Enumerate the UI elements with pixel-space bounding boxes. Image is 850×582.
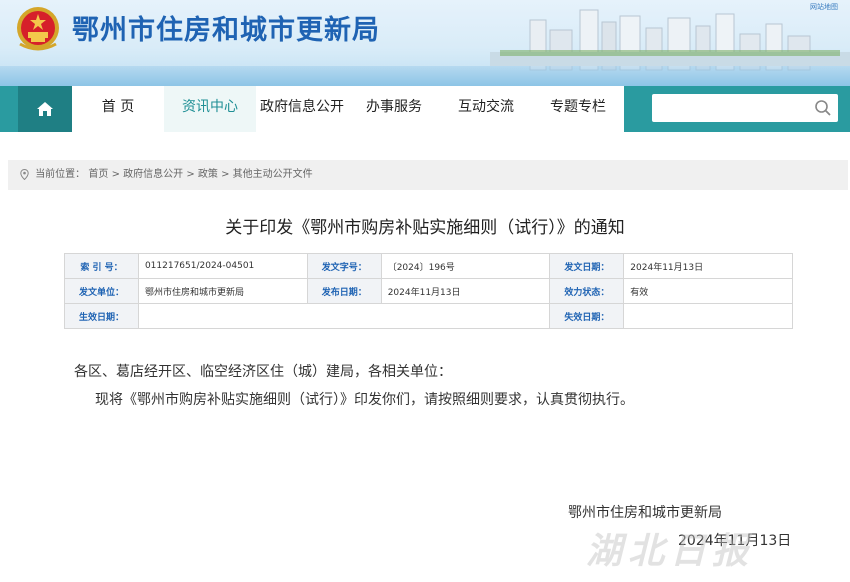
site-title: 鄂州市住房和城市更新局 <box>72 15 380 46</box>
nav-item-topics[interactable]: 专题专栏 <box>532 86 624 132</box>
status-label: 效力状态： <box>549 278 625 304</box>
table-row: 生效日期： 失效日期： <box>64 303 793 329</box>
article-title: 关于印发《鄂州市购房补贴实施细则（试行）》的通知 <box>225 218 625 238</box>
publish-date-value: 2024年11月13日 <box>380 278 551 304</box>
effective-date-label: 生效日期： <box>64 303 139 329</box>
status-value: 有效 <box>623 278 793 304</box>
index-value: 011217651/2024-04501 <box>137 253 308 279</box>
signature-text: 鄂州市住房和城市更新局 <box>568 505 722 521</box>
home-button[interactable] <box>18 86 72 132</box>
nav-item-gov-info[interactable]: 政府信息公开 <box>256 86 348 132</box>
body-paragraph: 现将《鄂州市购房补贴实施细则（试行）》印发你们，请按照细则要求，认真贯彻执行。 <box>95 392 634 408</box>
doc-no-label: 发文字号： <box>306 253 382 279</box>
breadcrumb: 当前位置： 首页 > 政府信息公开 > 政策 > 其他主动公开文件 <box>8 160 848 190</box>
breadcrumb-prefix: 当前位置： <box>35 169 86 180</box>
breadcrumb-item-policy[interactable]: 政策 <box>198 169 218 180</box>
expiry-date-label: 失效日期： <box>549 303 625 329</box>
search-icon[interactable] <box>814 99 832 117</box>
table-row: 发文单位： 鄂州市住房和城市更新局 发布日期： 2024年11月13日 效力状态… <box>64 278 793 304</box>
issuer-label: 发文单位： <box>64 278 139 304</box>
breadcrumb-item-gov-info[interactable]: 政府信息公开 <box>123 169 183 180</box>
location-pin-icon <box>20 168 29 180</box>
issue-date-label: 发文日期： <box>549 253 625 279</box>
search-box <box>652 94 838 122</box>
home-icon <box>37 102 53 116</box>
publish-date-label: 发布日期： <box>306 278 382 304</box>
breadcrumb-item-home[interactable]: 首页 <box>88 169 108 180</box>
expiry-date-value <box>623 303 793 329</box>
watermark-logo: 湖北日报 <box>586 531 755 572</box>
nav-item-news[interactable]: 资讯中心 <box>164 86 256 132</box>
main-nav: 首 页 资讯中心 政府信息公开 办事服务 互动交流 专题专栏 <box>0 86 850 132</box>
national-emblem-icon <box>17 7 59 51</box>
header-banner: 鄂州市住房和城市更新局 网站地图 <box>0 0 850 86</box>
table-row: 索 引 号： 011217651/2024-04501 发文字号： 〔2024〕… <box>64 253 793 279</box>
nav-item-interaction[interactable]: 互动交流 <box>440 86 532 132</box>
breadcrumb-separator: > <box>221 169 230 180</box>
doc-no-value: 〔2024〕196号 <box>380 253 551 279</box>
site-map-link[interactable]: 网站地图 <box>810 2 838 12</box>
nav-item-home[interactable]: 首 页 <box>72 86 164 132</box>
search-input[interactable] <box>652 94 802 122</box>
salutation-text: 各区、葛店经开区、临空经济区住（城）建局，各相关单位： <box>74 364 452 380</box>
issue-date-value: 2024年11月13日 <box>623 253 793 279</box>
issuer-value: 鄂州市住房和城市更新局 <box>137 278 308 304</box>
effective-date-value <box>137 303 551 329</box>
document-metadata-table: 索 引 号： 011217651/2024-04501 发文字号： 〔2024〕… <box>64 253 793 329</box>
breadcrumb-separator: > <box>111 169 120 180</box>
banner-water <box>0 66 850 86</box>
breadcrumb-separator: > <box>186 169 195 180</box>
index-label: 索 引 号： <box>64 253 139 279</box>
nav-item-services[interactable]: 办事服务 <box>348 86 440 132</box>
breadcrumb-item-other-files[interactable]: 其他主动公开文件 <box>233 169 313 180</box>
